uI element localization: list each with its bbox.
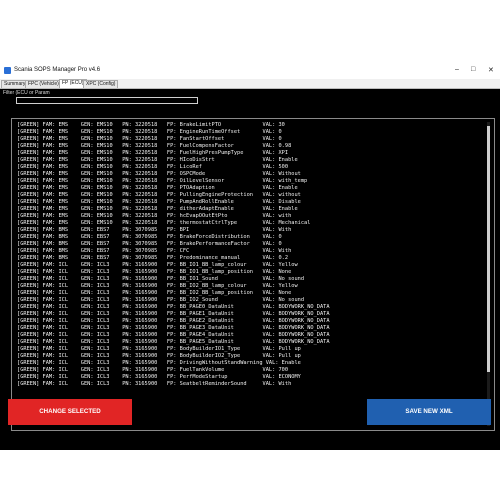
filter-input[interactable] [16, 97, 198, 104]
list-item[interactable]: [GREEN] FAM: EMS GEN: EMS10 PN: 3220518 … [17, 150, 330, 157]
list-item[interactable]: [GREEN] FAM: EMS GEN: EMS10 PN: 3220518 … [17, 220, 330, 227]
list-item[interactable]: [GREEN] FAM: ICL GEN: ICL3 PN: 3165900 F… [17, 262, 330, 269]
list-item[interactable]: [GREEN] FAM: ICL GEN: ICL3 PN: 3165900 F… [17, 311, 330, 318]
list-item[interactable]: [GREEN] FAM: EMS GEN: EMS10 PN: 3220518 … [17, 206, 330, 213]
list-item[interactable]: [GREEN] FAM: EMS GEN: EMS10 PN: 3220518 … [17, 136, 330, 143]
save-new-xml-button[interactable]: SAVE NEW XML [367, 399, 491, 425]
list-item[interactable]: [GREEN] FAM: ICL GEN: ICL3 PN: 3165900 F… [17, 353, 330, 360]
list-item[interactable]: [GREEN] FAM: BMS GEN: EBS7 PN: 3070985 F… [17, 255, 330, 262]
list-item[interactable]: [GREEN] FAM: EMS GEN: EMS10 PN: 3220518 … [17, 171, 330, 178]
list-item[interactable]: [GREEN] FAM: ICL GEN: ICL3 PN: 3165900 F… [17, 339, 330, 346]
list-item[interactable]: [GREEN] FAM: ICL GEN: ICL3 PN: 3165900 F… [17, 318, 330, 325]
list-item[interactable]: [GREEN] FAM: ICL GEN: ICL3 PN: 3165900 F… [17, 304, 330, 311]
change-selected-button[interactable]: CHANGE SELECTED [8, 399, 132, 425]
list-item[interactable]: [GREEN] FAM: ICL GEN: ICL3 PN: 3165900 F… [17, 360, 330, 367]
app-icon [4, 67, 11, 74]
title-bar: Scania SOPS Manager Pro v4.6 – □ ✕ [0, 63, 500, 79]
minimize-icon[interactable]: – [455, 66, 459, 73]
list-item[interactable]: [GREEN] FAM: BMS GEN: EBS7 PN: 3070985 F… [17, 227, 330, 234]
list-item[interactable]: [GREEN] FAM: EMS GEN: EMS10 PN: 3220518 … [17, 122, 330, 129]
parameter-list[interactable]: [GREEN] FAM: EMS GEN: EMS10 PN: 3220518 … [11, 118, 495, 431]
window-title: Scania SOPS Manager Pro v4.6 [14, 67, 101, 73]
list-item[interactable]: [GREEN] FAM: EMS GEN: EMS10 PN: 3220518 … [17, 185, 330, 192]
filter-label: Filter (ECU or Param [3, 90, 50, 96]
list-item[interactable]: [GREEN] FAM: ICL GEN: ICL3 PN: 3165900 F… [17, 276, 330, 283]
list-item[interactable]: [GREEN] FAM: EMS GEN: EMS10 PN: 3220518 … [17, 129, 330, 136]
list-item[interactable]: [GREEN] FAM: ICL GEN: ICL3 PN: 3165900 F… [17, 283, 330, 290]
list-item[interactable]: [GREEN] FAM: EMS GEN: EMS10 PN: 3220518 … [17, 157, 330, 164]
list-item[interactable]: [GREEN] FAM: ICL GEN: ICL3 PN: 3165900 F… [17, 374, 330, 381]
close-icon[interactable]: ✕ [488, 66, 494, 74]
tab-xpc-config[interactable]: XPC (Config) [83, 80, 119, 88]
list-item[interactable]: [GREEN] FAM: EMS GEN: EMS10 PN: 3220518 … [17, 213, 330, 220]
vertical-scrollbar[interactable] [487, 122, 490, 426]
tab-bar: Summary FPC (Vehicle) FP (ECU) XPC (Conf… [0, 79, 500, 89]
list-item[interactable]: [GREEN] FAM: BMS GEN: EBS7 PN: 3070985 F… [17, 248, 330, 255]
list-item[interactable]: [GREEN] FAM: ICL GEN: ICL3 PN: 3165900 F… [17, 297, 330, 304]
main-window: Scania SOPS Manager Pro v4.6 – □ ✕ Summa… [0, 63, 500, 450]
scrollbar-thumb[interactable] [487, 126, 490, 372]
list-item[interactable]: [GREEN] FAM: ICL GEN: ICL3 PN: 3165900 F… [17, 290, 330, 297]
list-item[interactable]: [GREEN] FAM: ICL GEN: ICL3 PN: 3165900 F… [17, 367, 330, 374]
tab-fpc-vehicle[interactable]: FPC (Vehicle) [25, 80, 62, 88]
list-item[interactable]: [GREEN] FAM: EMS GEN: EMS10 PN: 3220518 … [17, 192, 330, 199]
list-item[interactable]: [GREEN] FAM: EMS GEN: EMS10 PN: 3220518 … [17, 178, 330, 185]
list-item[interactable]: [GREEN] FAM: ICL GEN: ICL3 PN: 3165900 F… [17, 325, 330, 332]
maximize-icon[interactable]: □ [471, 66, 475, 73]
parameter-rows: [GREEN] FAM: EMS GEN: EMS10 PN: 3220518 … [17, 122, 330, 388]
list-item[interactable]: [GREEN] FAM: ICL GEN: ICL3 PN: 3165900 F… [17, 381, 330, 388]
list-item[interactable]: [GREEN] FAM: BMS GEN: EBS7 PN: 3070985 F… [17, 241, 330, 248]
list-item[interactable]: [GREEN] FAM: EMS GEN: EMS10 PN: 3220518 … [17, 199, 330, 206]
list-item[interactable]: [GREEN] FAM: ICL GEN: ICL3 PN: 3165900 F… [17, 332, 330, 339]
list-item[interactable]: [GREEN] FAM: ICL GEN: ICL3 PN: 3165900 F… [17, 346, 330, 353]
list-item[interactable]: [GREEN] FAM: BMS GEN: EBS7 PN: 3070985 F… [17, 234, 330, 241]
list-item[interactable]: [GREEN] FAM: EMS GEN: EMS10 PN: 3220518 … [17, 143, 330, 150]
list-item[interactable]: [GREEN] FAM: EMS GEN: EMS10 PN: 3220518 … [17, 164, 330, 171]
list-item[interactable]: [GREEN] FAM: ICL GEN: ICL3 PN: 3165900 F… [17, 269, 330, 276]
